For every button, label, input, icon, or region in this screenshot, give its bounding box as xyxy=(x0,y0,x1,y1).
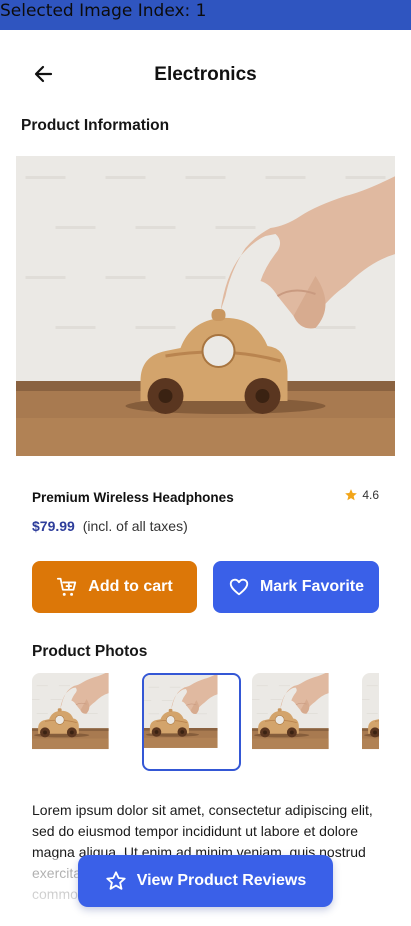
price-row: $79.99 (incl. of all taxes) xyxy=(32,518,188,534)
product-hero-image xyxy=(16,156,395,456)
product-information-heading: Product Information xyxy=(21,117,170,134)
photo-thumbnail-selected[interactable] xyxy=(142,673,241,771)
photo-thumbnail-strip[interactable] xyxy=(32,672,379,772)
rating-value: 4.6 xyxy=(362,488,379,502)
product-price: $79.99 xyxy=(32,518,75,534)
photo-thumbnail[interactable] xyxy=(32,673,131,771)
photo-thumbnail[interactable] xyxy=(252,673,351,771)
product-name: Premium Wireless Headphones xyxy=(32,490,234,505)
mark-favorite-label: Mark Favorite xyxy=(259,578,365,595)
mark-favorite-button[interactable]: Mark Favorite xyxy=(213,561,379,613)
page-title: Electronics xyxy=(154,64,257,85)
add-to-cart-label: Add to cart xyxy=(88,578,173,595)
view-product-reviews-button[interactable]: View Product Reviews xyxy=(78,855,333,907)
cart-plus-icon xyxy=(57,577,77,596)
photo-thumbnail[interactable] xyxy=(362,673,379,771)
star-icon xyxy=(345,489,358,501)
star-outline-icon xyxy=(106,871,126,890)
product-photos-heading: Product Photos xyxy=(32,643,148,660)
add-to-cart-button[interactable]: Add to cart xyxy=(32,561,197,613)
view-reviews-label: View Product Reviews xyxy=(136,872,307,889)
price-note: (incl. of all taxes) xyxy=(82,518,188,534)
product-rating: 4.6 xyxy=(344,488,379,502)
app-header: Electronics xyxy=(0,52,411,98)
heart-icon xyxy=(229,578,249,596)
debug-status-bar: Selected Image Index: 1 xyxy=(0,0,411,30)
